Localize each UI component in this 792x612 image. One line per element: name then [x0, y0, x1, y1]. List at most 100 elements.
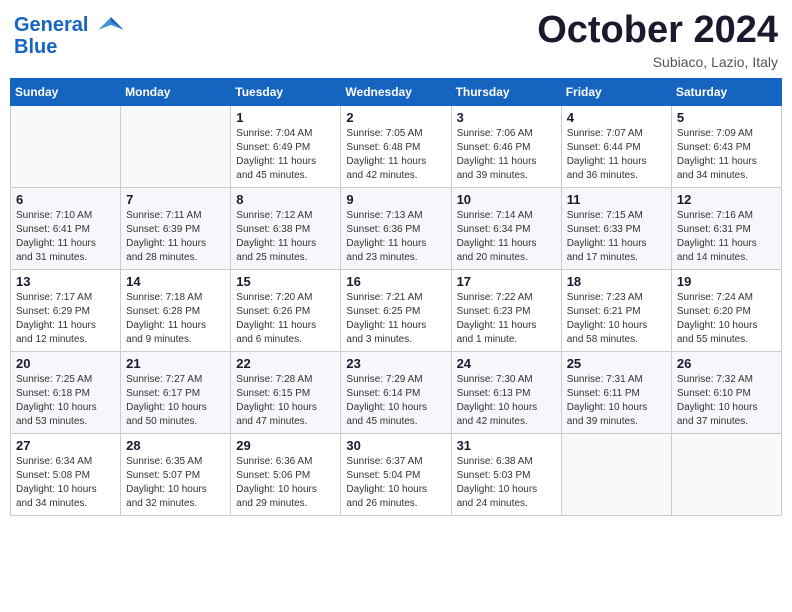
- day-detail: Sunrise: 6:36 AMSunset: 5:06 PMDaylight:…: [236, 455, 335, 511]
- day-number: 23: [346, 356, 445, 371]
- day-detail: Sunrise: 7:16 AMSunset: 6:31 PMDaylight:…: [677, 209, 776, 265]
- day-number: 3: [457, 110, 556, 125]
- table-row: 19 Sunrise: 7:24 AMSunset: 6:20 PMDayligh…: [671, 269, 781, 351]
- col-thursday: Thursday: [451, 78, 561, 105]
- day-detail: Sunrise: 7:21 AMSunset: 6:25 PMDaylight:…: [346, 291, 445, 347]
- day-detail: Sunrise: 7:31 AMSunset: 6:11 PMDaylight:…: [567, 373, 666, 429]
- day-number: 19: [677, 274, 776, 289]
- table-row: 27Sunrise: 6:34 AMSunset: 5:08 PMDayligh…: [11, 433, 121, 515]
- logo-blue: Blue: [14, 36, 126, 58]
- logo-general: General: [14, 14, 88, 36]
- col-saturday: Saturday: [671, 78, 781, 105]
- day-detail: Sunrise: 7:29 AMSunset: 6:14 PMDaylight:…: [346, 373, 445, 429]
- day-number: 25: [567, 356, 666, 371]
- day-detail: Sunrise: 6:34 AMSunset: 5:08 PMDaylight:…: [16, 455, 115, 511]
- day-detail: Sunrise: 7:22 AMSunset: 6:23 PMDaylight:…: [457, 291, 556, 347]
- table-row: 31 Sunrise: 6:38 AMSunset: 5:03 PMDayligh…: [451, 433, 561, 515]
- table-row: 16 Sunrise: 7:21 AMSunset: 6:25 PMDayligh…: [341, 269, 451, 351]
- day-number: 16: [346, 274, 445, 289]
- col-monday: Monday: [121, 78, 231, 105]
- month-title: October 2024: [537, 10, 778, 52]
- day-detail: Sunrise: 7:17 AMSunset: 6:29 PMDaylight:…: [16, 291, 115, 347]
- table-row: 5Sunrise: 7:09 AMSunset: 6:43 PMDaylight…: [671, 105, 781, 187]
- title-block: October 2024 Subiaco, Lazio, Italy: [537, 10, 778, 70]
- table-row: 3 Sunrise: 7:06 AMSunset: 6:46 PMDaylight…: [451, 105, 561, 187]
- table-row: 20 Sunrise: 7:25 AMSunset: 6:18 PMDayligh…: [11, 351, 121, 433]
- day-detail: Sunrise: 7:23 AMSunset: 6:21 PMDaylight:…: [567, 291, 666, 347]
- table-row: 22 Sunrise: 7:28 AMSunset: 6:15 PMDayligh…: [231, 351, 341, 433]
- day-number: 29: [236, 438, 335, 453]
- day-detail: Sunrise: 6:38 AMSunset: 5:03 PMDaylight:…: [457, 455, 556, 511]
- table-row: 29 Sunrise: 6:36 AMSunset: 5:06 PMDayligh…: [231, 433, 341, 515]
- day-detail: Sunrise: 7:06 AMSunset: 6:46 PMDaylight:…: [457, 127, 556, 183]
- day-number: 31: [457, 438, 556, 453]
- day-detail: Sunrise: 7:14 AMSunset: 6:34 PMDaylight:…: [457, 209, 556, 265]
- day-detail: Sunrise: 7:10 AMSunset: 6:41 PMDaylight:…: [16, 209, 115, 265]
- day-detail: Sunrise: 7:28 AMSunset: 6:15 PMDaylight:…: [236, 373, 335, 429]
- table-row: 14 Sunrise: 7:18 AMSunset: 6:28 PMDayligh…: [121, 269, 231, 351]
- table-row: 21 Sunrise: 7:27 AMSunset: 6:17 PMDayligh…: [121, 351, 231, 433]
- day-detail: Sunrise: 7:12 AMSunset: 6:38 PMDaylight:…: [236, 209, 335, 265]
- day-number: 20: [16, 356, 115, 371]
- day-detail: Sunrise: 7:13 AMSunset: 6:36 PMDaylight:…: [346, 209, 445, 265]
- table-row: [671, 433, 781, 515]
- day-number: 24: [457, 356, 556, 371]
- day-detail: Sunrise: 7:04 AMSunset: 6:49 PMDaylight:…: [236, 127, 335, 183]
- table-row: 23 Sunrise: 7:29 AMSunset: 6:14 PMDayligh…: [341, 351, 451, 433]
- day-number: 26: [677, 356, 776, 371]
- table-row: 18 Sunrise: 7:23 AMSunset: 6:21 PMDayligh…: [561, 269, 671, 351]
- day-detail: Sunrise: 7:27 AMSunset: 6:17 PMDaylight:…: [126, 373, 225, 429]
- table-row: 28Sunrise: 6:35 AMSunset: 5:07 PMDayligh…: [121, 433, 231, 515]
- table-row: 26Sunrise: 7:32 AMSunset: 6:10 PMDayligh…: [671, 351, 781, 433]
- table-row: 10 Sunrise: 7:14 AMSunset: 6:34 PMDayligh…: [451, 187, 561, 269]
- day-detail: Sunrise: 7:24 AMSunset: 6:20 PMDaylight:…: [677, 291, 776, 347]
- day-detail: Sunrise: 7:20 AMSunset: 6:26 PMDaylight:…: [236, 291, 335, 347]
- day-number: 11: [567, 192, 666, 207]
- col-tuesday: Tuesday: [231, 78, 341, 105]
- day-detail: Sunrise: 7:11 AMSunset: 6:39 PMDaylight:…: [126, 209, 225, 265]
- day-number: 6: [16, 192, 115, 207]
- logo: General Blue: [14, 14, 126, 58]
- table-row: 7 Sunrise: 7:11 AMSunset: 6:39 PMDaylight…: [121, 187, 231, 269]
- table-row: [11, 105, 121, 187]
- day-number: 1: [236, 110, 335, 125]
- day-detail: Sunrise: 6:37 AMSunset: 5:04 PMDaylight:…: [346, 455, 445, 511]
- table-row: 30 Sunrise: 6:37 AMSunset: 5:04 PMDayligh…: [341, 433, 451, 515]
- day-number: 22: [236, 356, 335, 371]
- day-number: 28: [126, 438, 225, 453]
- calendar-header-row: Sunday Monday Tuesday Wednesday Thursday…: [11, 78, 782, 105]
- day-detail: Sunrise: 7:15 AMSunset: 6:33 PMDaylight:…: [567, 209, 666, 265]
- table-row: 12 Sunrise: 7:16 AMSunset: 6:31 PMDayligh…: [671, 187, 781, 269]
- day-number: 9: [346, 192, 445, 207]
- logo-bird-icon: [96, 14, 126, 36]
- col-friday: Friday: [561, 78, 671, 105]
- day-number: 17: [457, 274, 556, 289]
- day-number: 12: [677, 192, 776, 207]
- day-detail: Sunrise: 7:18 AMSunset: 6:28 PMDaylight:…: [126, 291, 225, 347]
- calendar-table: Sunday Monday Tuesday Wednesday Thursday…: [10, 78, 782, 516]
- day-number: 30: [346, 438, 445, 453]
- day-number: 10: [457, 192, 556, 207]
- table-row: 11 Sunrise: 7:15 AMSunset: 6:33 PMDayligh…: [561, 187, 671, 269]
- day-number: 2: [346, 110, 445, 125]
- table-row: 1 Sunrise: 7:04 AMSunset: 6:49 PMDaylight…: [231, 105, 341, 187]
- day-detail: Sunrise: 7:09 AMSunset: 6:43 PMDaylight:…: [677, 127, 776, 183]
- day-number: 21: [126, 356, 225, 371]
- day-number: 14: [126, 274, 225, 289]
- table-row: 25 Sunrise: 7:31 AMSunset: 6:11 PMDayligh…: [561, 351, 671, 433]
- day-detail: Sunrise: 7:25 AMSunset: 6:18 PMDaylight:…: [16, 373, 115, 429]
- table-row: 4Sunrise: 7:07 AMSunset: 6:44 PMDaylight…: [561, 105, 671, 187]
- day-number: 7: [126, 192, 225, 207]
- day-detail: Sunrise: 7:07 AMSunset: 6:44 PMDaylight:…: [567, 127, 666, 183]
- day-detail: Sunrise: 7:30 AMSunset: 6:13 PMDaylight:…: [457, 373, 556, 429]
- day-number: 8: [236, 192, 335, 207]
- day-number: 18: [567, 274, 666, 289]
- table-row: 13 Sunrise: 7:17 AMSunset: 6:29 PMDayligh…: [11, 269, 121, 351]
- table-row: 6 Sunrise: 7:10 AMSunset: 6:41 PMDaylight…: [11, 187, 121, 269]
- col-sunday: Sunday: [11, 78, 121, 105]
- table-row: 2Sunrise: 7:05 AMSunset: 6:48 PMDaylight…: [341, 105, 451, 187]
- table-row: [561, 433, 671, 515]
- day-number: 13: [16, 274, 115, 289]
- table-row: [121, 105, 231, 187]
- day-number: 15: [236, 274, 335, 289]
